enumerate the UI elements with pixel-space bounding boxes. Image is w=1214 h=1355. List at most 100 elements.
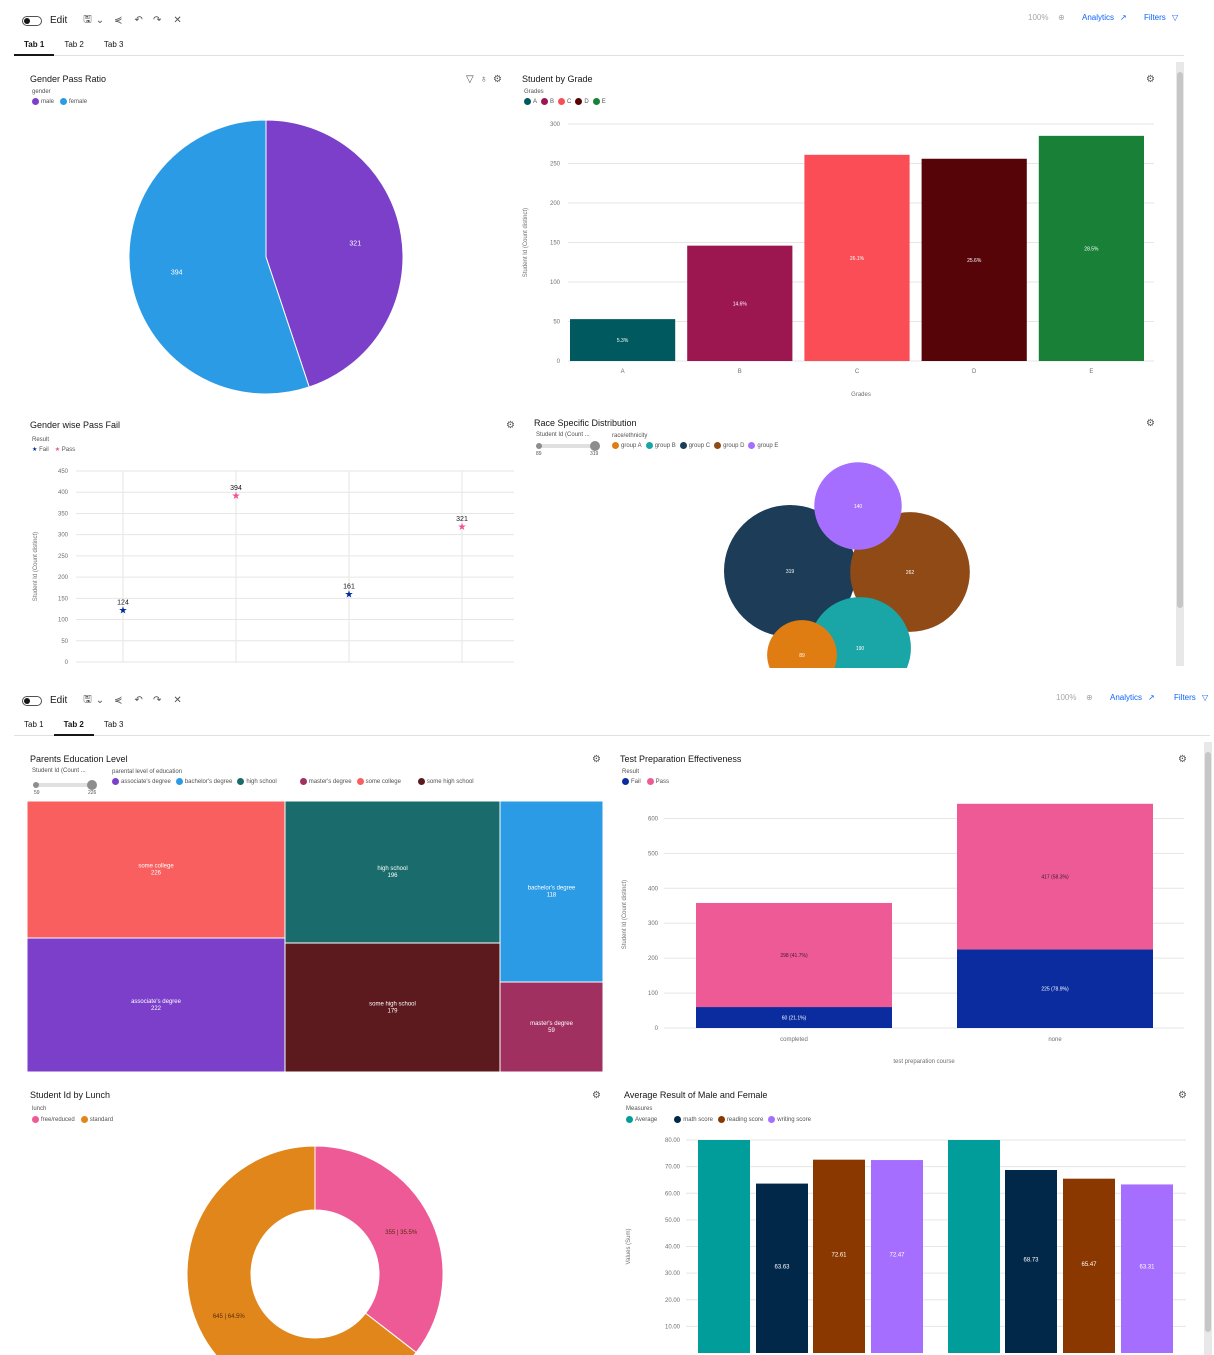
vertical-scrollbar[interactable] [1204,742,1212,1355]
edit-toggle[interactable] [22,695,42,706]
gender-pie-chart[interactable]: 321 394 [20,66,512,408]
zoom-icon[interactable]: ⊕ [1058,13,1065,22]
data-label: 26.1% [850,256,865,262]
tab-3[interactable]: Tab 3 [94,714,134,736]
treemap-tile[interactable] [499,800,604,983]
treemap-tile[interactable] [499,981,604,1073]
grade-bar-chart[interactable]: 0 50 100 150 200 250 300 5.3% A 14.6% B 26.1% C 25.6%… [512,66,1164,408]
data-label: 60 (21.1%) [782,1016,807,1022]
tab-2[interactable]: Tab 2 [53,714,94,736]
tab-2[interactable]: Tab 2 [54,34,94,56]
x-tick-label: E [1089,369,1093,375]
dashboard-screen-tab1: Edit 🖫 ⌄ ⋞ ↶ ↷ ✕ 100% ⊕ Analytics ↗ Filt… [0,0,1214,668]
race-bubble-chart[interactable]: 319 262 190 140 89 [524,410,1164,668]
chevron-down-icon[interactable]: ⌄ [96,15,104,26]
tab-3[interactable]: Tab 3 [94,34,134,56]
treemap-tile[interactable] [26,937,286,1073]
y-tick-label: 600 [648,816,659,822]
y-tick-label: 100 [550,280,561,286]
data-label: 72.47 [889,1253,905,1259]
education-treemap[interactable]: some college226 associate's degree222 high… [20,746,610,1076]
test-prep-stacked-bar-chart[interactable]: 0 100 200 300 400 500 600 60 (21.1%) 298 (41.7%)… [610,746,1196,1076]
y-tick-label: 70.00 [665,1165,681,1171]
tab-1[interactable]: Tab 1 [14,714,54,736]
tile-label: master's degree [530,1021,573,1027]
save-icon[interactable]: 🖫 [83,692,92,709]
edit-toggle[interactable] [22,15,42,26]
y-tick-label: 250 [58,554,69,560]
y-tick-label: 300 [550,122,561,128]
y-tick-label: 80.00 [665,1138,681,1144]
y-tick-label: 60.00 [665,1191,681,1197]
bar-Average[interactable] [698,1140,750,1353]
data-label: 124 [117,599,129,606]
data-label: 262 [906,570,915,576]
bar-Average[interactable] [948,1140,1000,1353]
lunch-donut-chart[interactable]: 355 | 35.5% 645 | 64.5% [20,1082,610,1355]
analytics-icon: ↗ [1120,13,1127,22]
tile-label: some high school [369,1002,416,1008]
point-fail: ★ [345,590,354,601]
data-label: 63.31 [1139,1265,1155,1271]
chevron-down-icon[interactable]: ⌄ [96,695,104,706]
analytics-button[interactable]: Analytics [1082,13,1114,22]
zoom-icon[interactable]: ⊕ [1086,693,1093,702]
data-label: 161 [343,584,355,591]
share-icon[interactable]: ⋞ [114,15,122,26]
x-tick-label: D [972,369,977,375]
filters-button[interactable]: Filters [1144,13,1166,22]
share-icon[interactable]: ⋞ [114,695,122,706]
tab-1[interactable]: Tab 1 [14,34,55,56]
y-tick-label: 350 [58,511,69,517]
y-tick-label: 50 [61,639,68,645]
redo-icon[interactable]: ↷ [153,15,161,26]
point-pass: ★ [458,522,467,533]
tile-label: high school [377,866,407,872]
save-icon[interactable]: 🖫 [83,12,92,29]
undo-icon[interactable]: ↶ [135,15,143,26]
y-tick-label: 0 [557,359,561,365]
y-tick-label: 40.00 [665,1245,681,1251]
pin-icon[interactable]: ✕ [173,15,181,26]
tile-value: 222 [151,1006,162,1012]
data-label: 89 [799,653,805,659]
redo-icon[interactable]: ↷ [153,695,161,706]
donut-slice-free-reduced[interactable] [314,1145,444,1354]
y-tick-label: 300 [648,921,659,927]
undo-icon[interactable]: ↶ [135,695,143,706]
analytics-icon: ↗ [1148,693,1155,702]
y-axis-title: Values (Sum) [626,1229,632,1265]
avg-result-bar-chart[interactable]: 10.00 20.00 30.00 40.00 50.00 60.00 70.00 80.00… [614,1082,1196,1355]
x-axis-title: test preparation course [893,1059,955,1065]
lunch-panel: Student Id by Lunch ⚙ lunch free/reduced… [20,1082,610,1355]
treemap-tile[interactable] [284,942,501,1073]
tile-value: 226 [151,871,162,877]
zoom-level[interactable]: 100% [1056,693,1076,702]
pin-icon[interactable]: ✕ [173,695,181,706]
analytics-button[interactable]: Analytics [1110,693,1142,702]
zoom-level[interactable]: 100% [1028,13,1048,22]
data-label: 417 (58.3%) [1041,875,1069,881]
x-axis-title: Grades [851,392,871,398]
treemap-tile[interactable] [284,800,501,944]
filters-button[interactable]: Filters [1174,693,1196,702]
data-label: 321 [456,516,468,523]
tile-label: bachelor's degree [528,886,576,892]
student-by-grade-panel: Student by Grade ⚙ Grades A B C D E 0 50 1… [512,66,1164,408]
pass-fail-scatter-chart[interactable]: 050100150200250300350400450★124★394★161★… [20,412,520,668]
y-tick-label: 50 [553,320,560,326]
tab-bar: Tab 1 Tab 2 Tab 3 [14,714,1210,736]
y-tick-label: 100 [648,991,659,997]
tile-value: 59 [548,1028,555,1034]
y-tick-label: 500 [648,851,659,857]
vertical-scrollbar[interactable] [1176,62,1184,666]
y-tick-label: 200 [550,201,561,207]
x-tick-label: B [738,369,742,375]
x-tick-label: A [621,369,625,375]
x-tick-label: completed [780,1037,808,1043]
treemap-tile[interactable] [26,800,286,939]
data-label: 72.61 [831,1252,847,1258]
y-tick-label: 250 [550,162,561,168]
tile-value: 196 [387,873,398,879]
avg-result-panel: Average Result of Male and Female ⚙ Meas… [614,1082,1196,1355]
